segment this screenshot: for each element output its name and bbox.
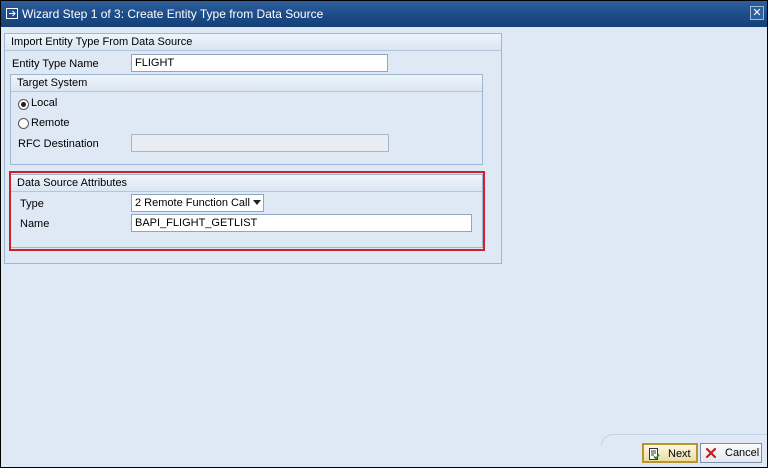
import-entity-group-title: Import Entity Type From Data Source bbox=[5, 34, 501, 51]
local-radio-label: Local bbox=[31, 97, 58, 109]
cancel-button-label: Cancel bbox=[725, 447, 760, 459]
target-system-group-title: Target System bbox=[11, 75, 482, 92]
remote-radio-label: Remote bbox=[31, 117, 70, 129]
name-label: Name bbox=[20, 218, 50, 230]
next-icon bbox=[648, 448, 660, 460]
close-icon[interactable]: ✕ bbox=[750, 6, 764, 20]
window-menu-icon[interactable] bbox=[6, 8, 18, 19]
data-source-attributes-group: Data Source Attributes Type 2 Remote Fun… bbox=[10, 174, 483, 248]
wizard-window: Wizard Step 1 of 3: Create Entity Type f… bbox=[1, 1, 767, 467]
remote-radio[interactable] bbox=[18, 118, 29, 129]
window-title: Wizard Step 1 of 3: Create Entity Type f… bbox=[22, 7, 324, 21]
data-source-attributes-group-title: Data Source Attributes bbox=[11, 175, 482, 192]
title-bar: Wizard Step 1 of 3: Create Entity Type f… bbox=[1, 1, 767, 27]
target-system-group: Target System Local Remote RFC Destinati… bbox=[10, 74, 483, 165]
next-button[interactable]: Next bbox=[642, 443, 698, 463]
next-button-label: Next bbox=[668, 448, 691, 460]
chevron-down-icon[interactable] bbox=[253, 200, 261, 205]
import-entity-group: Import Entity Type From Data Source Enti… bbox=[4, 33, 502, 264]
cancel-icon bbox=[705, 447, 717, 459]
entity-type-name-label: Entity Type Name bbox=[12, 58, 99, 70]
entity-type-name-input[interactable]: FLIGHT bbox=[131, 54, 388, 72]
name-input[interactable]: BAPI_FLIGHT_GETLIST bbox=[131, 214, 472, 232]
type-label: Type bbox=[20, 198, 44, 210]
rfc-destination-label: RFC Destination bbox=[18, 138, 99, 150]
cancel-button[interactable]: Cancel bbox=[700, 443, 762, 463]
rfc-destination-input[interactable] bbox=[131, 134, 389, 152]
local-radio[interactable] bbox=[18, 99, 29, 110]
type-dropdown[interactable]: 2 Remote Function Call bbox=[131, 194, 264, 212]
type-dropdown-value: 2 Remote Function Call bbox=[135, 197, 250, 209]
